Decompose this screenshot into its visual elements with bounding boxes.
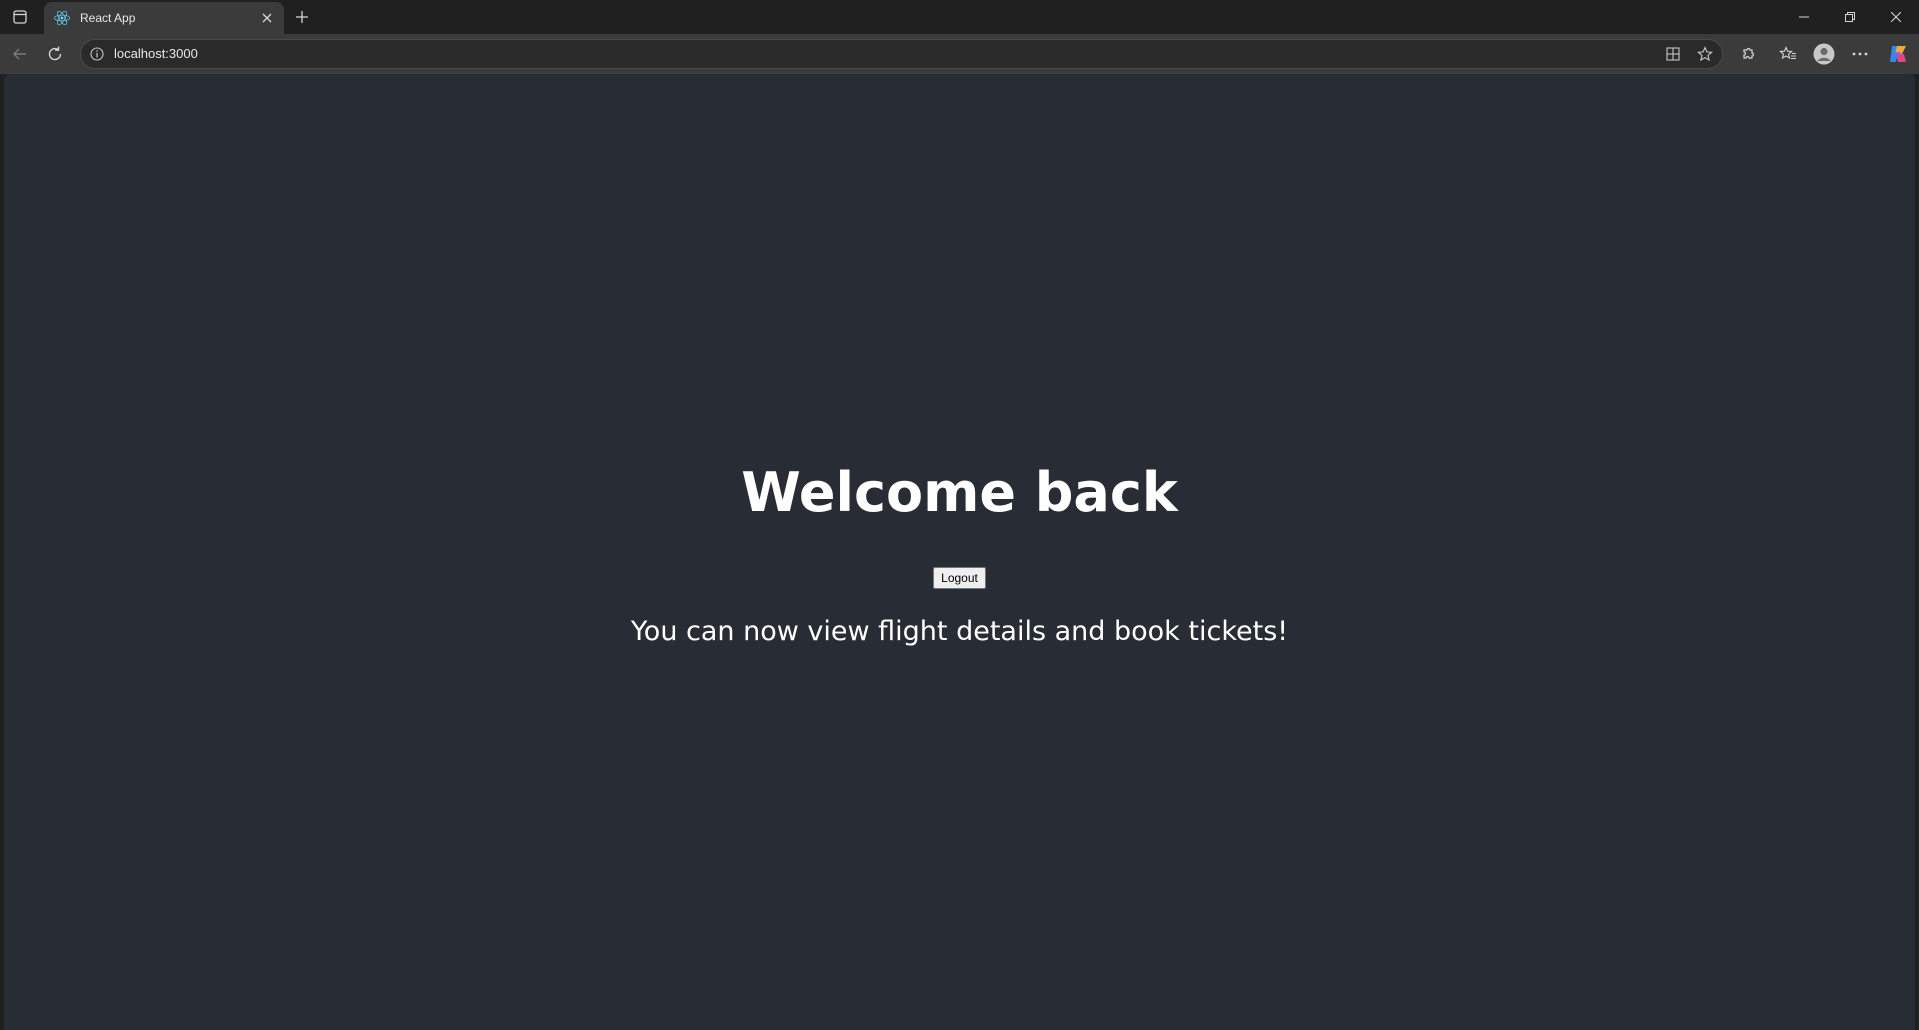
logout-button[interactable]: Logout [933,567,986,589]
minimize-icon[interactable] [1781,0,1827,34]
refresh-icon[interactable] [41,40,69,68]
url-text[interactable]: localhost:3000 [114,40,198,68]
react-logo-icon [54,10,70,26]
tab-actions-icon[interactable] [8,6,32,28]
close-icon[interactable] [1873,0,1919,34]
browser-toolbar: localhost:3000 [0,34,1919,74]
back-arrow-icon[interactable] [6,40,34,68]
window-controls [1781,0,1919,34]
profile-icon[interactable] [1810,40,1838,68]
close-tab-icon[interactable] [258,9,276,27]
copilot-icon[interactable] [1884,40,1912,68]
browser-window: React App localhost:3000 Welcome back Lo… [0,0,1919,1030]
favorite-star-icon[interactable] [1695,45,1715,63]
tab-title: React App [80,11,136,25]
tab-strip: React App [0,0,1919,34]
tab-react-app[interactable]: React App [44,2,284,34]
welcome-heading: Welcome back [741,461,1178,524]
address-bar[interactable]: localhost:3000 [80,39,1723,69]
plus-icon[interactable] [290,5,314,29]
more-icon[interactable] [1846,40,1874,68]
page-viewport: Welcome back Logout You can now view fli… [4,74,1915,1030]
info-icon[interactable] [89,46,105,62]
extensions-icon[interactable] [1734,40,1762,68]
app-root: Welcome back Logout You can now view fli… [4,74,1915,1030]
welcome-message: You can now view flight details and book… [630,616,1289,647]
restore-icon[interactable] [1827,0,1873,34]
favorites-icon[interactable] [1774,40,1802,68]
split-screen-icon[interactable] [1663,45,1683,63]
